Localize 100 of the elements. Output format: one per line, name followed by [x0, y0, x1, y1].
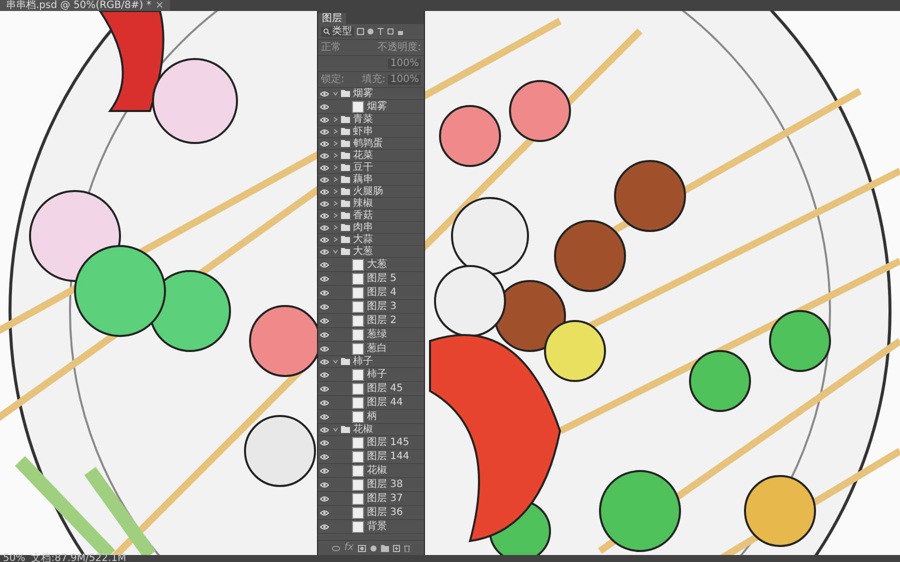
eye-icon[interactable]: [320, 400, 329, 406]
trash-icon[interactable]: [404, 544, 410, 552]
eye-icon[interactable]: [320, 164, 329, 170]
eye-icon[interactable]: [320, 176, 329, 182]
caret-icon[interactable]: [333, 165, 338, 170]
caret-icon[interactable]: [333, 129, 338, 134]
layer-name[interactable]: 图层 145: [367, 437, 410, 448]
eye-icon[interactable]: [320, 468, 329, 474]
eye-icon[interactable]: [320, 346, 329, 352]
eye-icon[interactable]: [320, 510, 329, 516]
layer-name[interactable]: 青菜: [353, 114, 373, 125]
filter-dropdown[interactable]: 类型: [321, 26, 354, 36]
eye-icon[interactable]: [320, 482, 329, 488]
new-layer-icon[interactable]: [392, 544, 400, 552]
layer-name[interactable]: 葱绿: [367, 329, 387, 340]
fill-field[interactable]: 100%: [388, 74, 421, 84]
mask-icon[interactable]: [358, 544, 366, 552]
layer-name[interactable]: 大葱: [353, 246, 373, 257]
eye-icon[interactable]: [320, 318, 329, 324]
layer-name[interactable]: 虾串: [353, 126, 373, 137]
layer-name[interactable]: 大葱: [367, 259, 387, 270]
folder-icon[interactable]: [380, 544, 389, 552]
layer-name[interactable]: 柿子: [367, 369, 387, 380]
layer-name[interactable]: 肉串: [353, 222, 373, 233]
eye-icon[interactable]: [320, 496, 329, 502]
eye-icon[interactable]: [320, 524, 329, 530]
eye-icon[interactable]: [320, 140, 329, 146]
caret-icon[interactable]: [333, 201, 338, 206]
eye-icon[interactable]: [320, 358, 329, 364]
caret-icon[interactable]: [333, 117, 338, 122]
link-icon[interactable]: [332, 546, 340, 550]
layer-name[interactable]: 烟雾: [353, 88, 373, 99]
layer-name[interactable]: 花菜: [353, 150, 373, 161]
layer-name[interactable]: 图层 44: [367, 397, 403, 408]
eye-icon[interactable]: [320, 440, 329, 446]
caret-icon[interactable]: [333, 91, 338, 96]
layers-tab[interactable]: 图层: [318, 13, 346, 24]
adjustment-filter-icon[interactable]: [367, 28, 374, 35]
close-tab-button[interactable]: ×: [155, 0, 164, 11]
layer-name[interactable]: 图层 36: [367, 507, 403, 518]
layer-name[interactable]: 花椒: [353, 424, 373, 435]
layer-name[interactable]: 背景: [367, 521, 387, 532]
eye-icon[interactable]: [320, 104, 329, 110]
caret-icon[interactable]: [333, 141, 338, 146]
eye-icon[interactable]: [320, 262, 329, 268]
caret-icon[interactable]: [333, 249, 338, 254]
layer-name[interactable]: 烟雾: [367, 101, 387, 112]
eye-icon[interactable]: [320, 248, 329, 254]
layer-name[interactable]: 辣椒: [353, 198, 373, 209]
eye-icon[interactable]: [320, 426, 329, 432]
eye-icon[interactable]: [320, 304, 329, 310]
adjustment-layer-icon[interactable]: [370, 544, 377, 552]
layer-name[interactable]: 花椒: [367, 465, 387, 476]
eye-icon[interactable]: [320, 386, 329, 392]
layer-name[interactable]: 图层 2: [367, 315, 397, 326]
eye-icon[interactable]: [320, 224, 329, 230]
layer-name[interactable]: 柄: [367, 411, 377, 422]
layer-name[interactable]: 大蒜: [353, 234, 373, 245]
caret-icon[interactable]: [333, 177, 338, 182]
opacity-field[interactable]: 100%: [388, 58, 421, 68]
layer-name[interactable]: 图层 5: [367, 273, 397, 284]
layer-name[interactable]: 图层 37: [367, 493, 403, 504]
caret-icon[interactable]: [333, 359, 338, 364]
layer-name[interactable]: 图层 144: [367, 451, 410, 462]
caret-icon[interactable]: [333, 189, 338, 194]
eye-icon[interactable]: [320, 200, 329, 206]
eye-icon[interactable]: [320, 116, 329, 122]
smart-object-filter-icon[interactable]: [397, 28, 404, 35]
type-filter-icon[interactable]: [377, 28, 384, 35]
layer-name[interactable]: 葱白: [367, 343, 387, 354]
pixel-filter-icon[interactable]: [357, 28, 364, 35]
layer-name[interactable]: 图层 38: [367, 479, 403, 490]
caret-icon[interactable]: [333, 427, 338, 432]
eye-icon[interactable]: [320, 332, 329, 338]
layer-name[interactable]: 图层 3: [367, 301, 397, 312]
layer-name[interactable]: 火腿肠: [353, 186, 383, 197]
document-tab-title[interactable]: 串串档.psd @ 50%(RGB/8#) *: [6, 0, 152, 11]
eye-icon[interactable]: [320, 276, 329, 282]
eye-icon[interactable]: [320, 236, 329, 242]
eye-icon[interactable]: [320, 90, 329, 96]
eye-icon[interactable]: [320, 414, 329, 420]
layer-name[interactable]: 柿子: [353, 356, 373, 367]
eye-icon[interactable]: [320, 188, 329, 194]
eye-icon[interactable]: [320, 290, 329, 296]
eye-icon[interactable]: [320, 152, 329, 158]
eye-icon[interactable]: [320, 372, 329, 378]
caret-icon[interactable]: [333, 213, 338, 218]
layer-name[interactable]: 豆干: [353, 162, 373, 173]
layer-name[interactable]: 鹌鹑蛋: [353, 138, 383, 149]
layer-name[interactable]: 图层 4: [367, 287, 397, 298]
layer-name[interactable]: 藕串: [353, 174, 373, 185]
caret-icon[interactable]: [333, 225, 338, 230]
shape-filter-icon[interactable]: [387, 28, 394, 35]
eye-icon[interactable]: [320, 212, 329, 218]
eye-icon[interactable]: [320, 454, 329, 460]
caret-icon[interactable]: [333, 237, 338, 242]
layer-name[interactable]: 图层 45: [367, 383, 403, 394]
eye-icon[interactable]: [320, 128, 329, 134]
layer-name[interactable]: 香菇: [353, 210, 373, 221]
caret-icon[interactable]: [333, 153, 338, 158]
